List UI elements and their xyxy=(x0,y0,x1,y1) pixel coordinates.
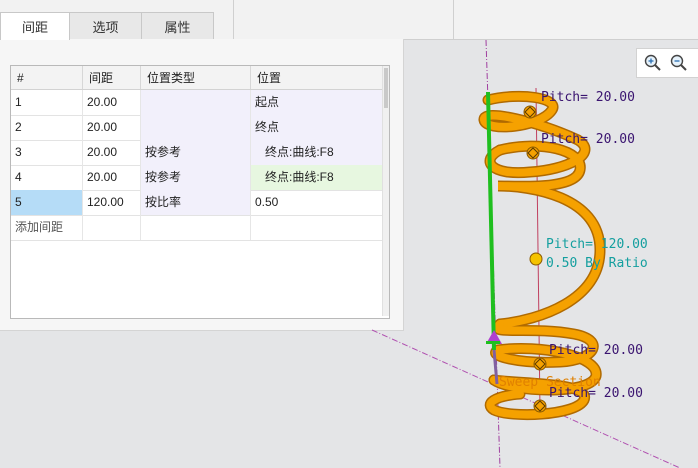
pitch-label[interactable]: Pitch= 20.00 xyxy=(549,344,643,358)
pitch-point-marker[interactable] xyxy=(533,357,547,371)
pitch-label[interactable]: Pitch= 20.00 xyxy=(541,133,635,147)
ratio-label[interactable]: 0.50 By Ratio xyxy=(546,257,648,271)
pitch-point-marker[interactable] xyxy=(526,146,540,160)
view-toolbar xyxy=(636,48,698,78)
pitch-label-ratio[interactable]: Pitch= 120.00 xyxy=(546,238,648,252)
start-marker xyxy=(486,341,500,344)
pitch-point-marker[interactable] xyxy=(533,399,547,413)
pitch-point-marker[interactable] xyxy=(523,105,537,119)
tab-pitch[interactable]: 间距 xyxy=(0,12,70,40)
tab-label: 间距 xyxy=(21,20,48,35)
pitch-label[interactable]: Pitch= 20.00 xyxy=(541,91,635,105)
zoom-in-icon[interactable] xyxy=(643,53,663,73)
pitch-label[interactable]: Pitch= 20.00 xyxy=(549,387,643,401)
pitch-point-marker-ratio[interactable] xyxy=(529,252,543,266)
zoom-out-icon[interactable] xyxy=(669,53,689,73)
